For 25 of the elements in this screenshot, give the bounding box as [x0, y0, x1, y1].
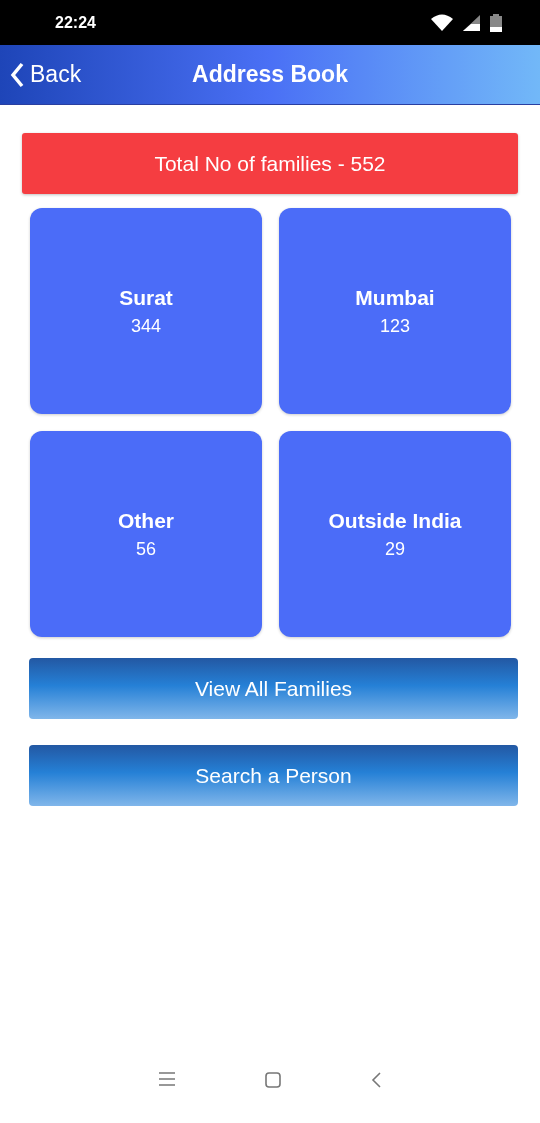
screen-title: Address Book [192, 61, 348, 87]
tile-count: 29 [385, 538, 405, 560]
city-tile[interactable]: Surat 344 [30, 208, 262, 414]
tile-count: 123 [379, 315, 410, 337]
menu-icon[interactable] [159, 1072, 175, 1086]
back-button[interactable]: Back [0, 61, 82, 88]
back-icon[interactable] [371, 1072, 381, 1088]
city-tile[interactable]: Other 56 [30, 431, 262, 637]
wifi-icon [431, 14, 453, 31]
battery-icon [490, 13, 502, 32]
chevron-left-icon [10, 61, 24, 88]
action-button[interactable]: Search a Person [29, 745, 518, 806]
city-tile[interactable]: Mumbai 123 [279, 208, 511, 414]
tile-count: 344 [130, 315, 161, 337]
tile-count: 56 [136, 538, 156, 560]
city-tile[interactable]: Outside India 29 [279, 431, 511, 637]
tile-title: Other [118, 508, 174, 533]
tile-title: Outside India [328, 508, 462, 533]
status-time: 22:24 [55, 13, 96, 32]
tile-title: Mumbai [355, 285, 435, 310]
tile-title: Surat [119, 285, 173, 310]
total-families-banner: Total No of families - 552 [22, 133, 518, 194]
action-button[interactable]: View All Families [29, 658, 518, 719]
home-icon[interactable] [265, 1072, 281, 1088]
signal-icon [463, 14, 480, 31]
